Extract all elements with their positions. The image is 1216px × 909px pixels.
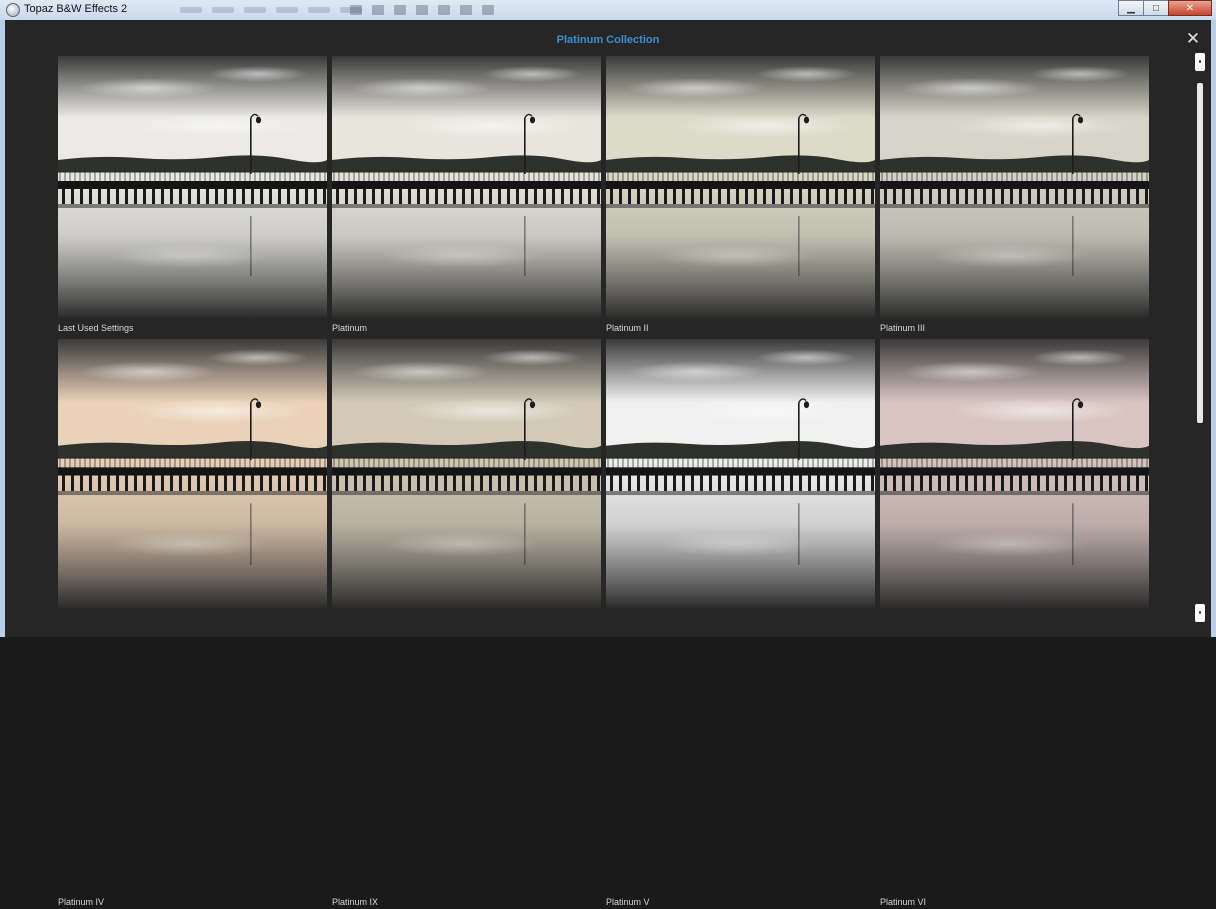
preset-label: Platinum IX: [332, 897, 379, 907]
preset-tile[interactable]: Platinum II: [606, 56, 875, 335]
dialog-title: Platinum Collection: [556, 34, 660, 46]
preset-thumbnail[interactable]: [606, 339, 875, 608]
scene-image: [880, 339, 1149, 608]
scrollbar-thumb[interactable]: [1197, 83, 1203, 423]
preset-thumbnail[interactable]: [332, 56, 601, 318]
preset-label: Last Used Settings: [58, 323, 134, 333]
preset-tile[interactable]: Platinum IX: [332, 339, 601, 909]
scene-image: [606, 56, 875, 318]
scene-image: [332, 339, 601, 608]
preset-collection-dialog: Platinum Collection ✕ Last Used Settings…: [5, 20, 1211, 907]
preset-tile[interactable]: Platinum: [332, 56, 601, 335]
preset-tile[interactable]: Platinum VI: [880, 339, 1149, 909]
window-controls: ▁ □ ✕: [1118, 0, 1212, 16]
window-frame-right: [1211, 20, 1216, 637]
app-icon: [6, 3, 20, 17]
preset-label: Platinum IV: [58, 897, 105, 907]
close-icon[interactable]: ✕: [1185, 30, 1201, 47]
preset-thumbnail[interactable]: [58, 339, 327, 608]
scene-image: [332, 56, 601, 318]
preset-thumbnail[interactable]: [880, 339, 1149, 608]
preset-thumbnail[interactable]: [880, 56, 1149, 318]
preset-label: Platinum V: [606, 897, 650, 907]
preset-tile[interactable]: Platinum V: [606, 339, 875, 909]
preset-label: Platinum: [332, 323, 368, 333]
scroll-up-button[interactable]: [1195, 53, 1205, 71]
scene-image: [606, 339, 875, 608]
scene-image: [58, 339, 327, 608]
window-title: Topaz B&W Effects 2: [24, 3, 128, 15]
minimize-button[interactable]: ▁: [1118, 0, 1144, 16]
background-toolbar: [350, 2, 494, 18]
vertical-scrollbar[interactable]: [1193, 53, 1207, 625]
scroll-down-button[interactable]: [1195, 604, 1205, 622]
preset-label: Platinum II: [606, 323, 649, 333]
preset-thumbnail[interactable]: [58, 56, 327, 318]
preset-grid: Last Used Settings Platinum Platinum II …: [58, 56, 1150, 907]
preset-thumbnail[interactable]: [606, 56, 875, 318]
preset-tile[interactable]: Last Used Settings: [58, 56, 327, 335]
scene-image: [880, 56, 1149, 318]
scene-image: [58, 56, 327, 318]
window-titlebar: Topaz B&W Effects 2 ▁ □ ✕: [0, 0, 1216, 21]
maximize-button[interactable]: □: [1143, 0, 1169, 16]
preset-tile[interactable]: Platinum IV: [58, 339, 327, 909]
preset-label: Platinum III: [880, 323, 926, 333]
preset-thumbnail[interactable]: [332, 339, 601, 608]
background-menu-bar: [180, 0, 362, 20]
preset-label: Platinum VI: [880, 897, 927, 907]
preset-tile[interactable]: Platinum III: [880, 56, 1149, 335]
window-close-button[interactable]: ✕: [1168, 0, 1212, 16]
